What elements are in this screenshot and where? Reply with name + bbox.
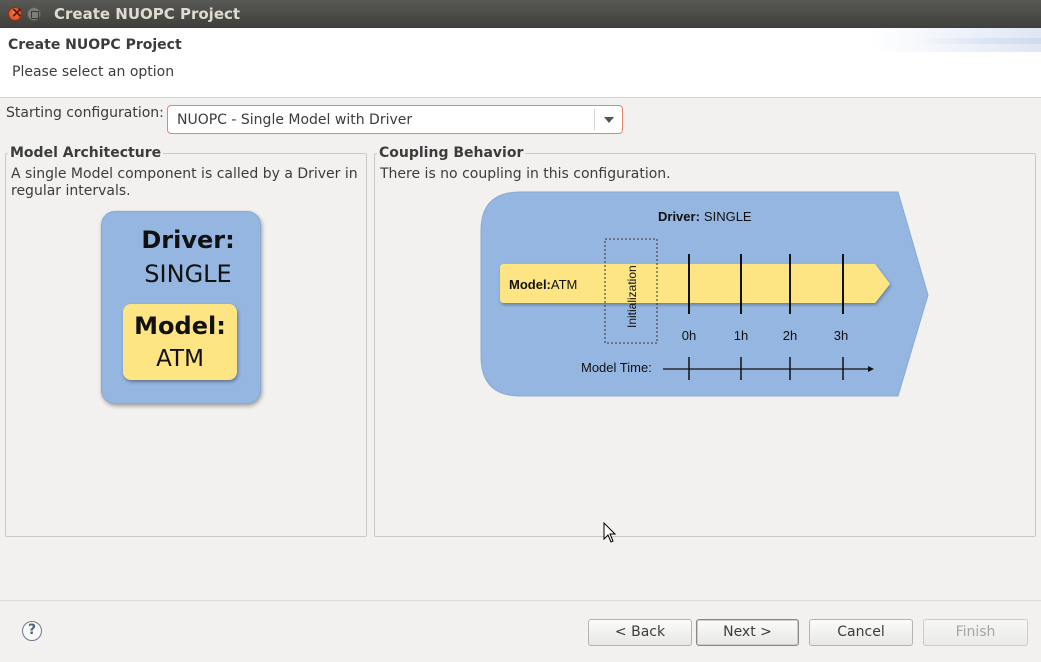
- tick-label-3h: 3h: [834, 328, 848, 343]
- svg-text:Driver:SINGLE: Driver: SINGLE: [658, 209, 752, 224]
- tick-label-0h: 0h: [682, 328, 696, 343]
- coupling-diagram: Driver: SINGLE Model:ATM Initialization 0…: [480, 191, 929, 397]
- header-banner-graphic: [871, 28, 1041, 52]
- svg-text:Model:ATM: Model:ATM: [509, 277, 577, 292]
- finish-button[interactable]: Finish: [923, 619, 1028, 646]
- window-title: Create NUOPC Project: [54, 5, 241, 23]
- coupling-driver-label: Driver:: [658, 209, 700, 224]
- window-titlebar: Create NUOPC Project: [0, 0, 1041, 28]
- architecture-model-box: Model: ATM: [123, 304, 237, 380]
- close-window-icon[interactable]: [8, 5, 23, 21]
- page-title: Create NUOPC Project: [8, 37, 182, 53]
- coupling-model-label: Model:: [509, 277, 551, 292]
- model-architecture-description-line2: regular intervals.: [11, 183, 131, 199]
- initialization-label: Initialization: [625, 265, 639, 328]
- architecture-driver-value: SINGLE: [144, 260, 232, 288]
- architecture-diagram: Driver: SINGLE Model: ATM: [101, 211, 261, 404]
- next-button[interactable]: Next >: [696, 619, 799, 646]
- tick-label-2h: 2h: [783, 328, 797, 343]
- coupling-behavior-legend: Coupling Behavior: [377, 145, 526, 161]
- mouse-pointer-icon: [603, 522, 617, 543]
- architecture-model-value: ATM: [156, 346, 204, 372]
- coupling-behavior-description: There is no coupling in this configurati…: [380, 166, 671, 182]
- maximize-window-icon[interactable]: [27, 7, 41, 21]
- model-architecture-description: A single Model component is called by a …: [11, 166, 358, 200]
- cancel-button[interactable]: Cancel: [809, 619, 913, 646]
- starting-configuration-label: Starting configuration:: [6, 105, 164, 121]
- architecture-driver-label: Driver:: [141, 226, 235, 254]
- wizard-header: Create NUOPC Project Please select an op…: [0, 28, 1041, 98]
- starting-configuration-select[interactable]: NUOPC - Single Model with Driver: [167, 105, 623, 134]
- footer-separator: [0, 600, 1041, 601]
- model-architecture-description-line1: A single Model component is called by a …: [11, 166, 358, 182]
- coupling-driver-value: SINGLE: [704, 209, 752, 224]
- model-architecture-legend: Model Architecture: [8, 145, 164, 161]
- tick-label-1h: 1h: [734, 328, 748, 343]
- back-button[interactable]: < Back: [588, 619, 692, 646]
- help-icon[interactable]: ?: [22, 621, 42, 641]
- chevron-down-icon[interactable]: [594, 109, 622, 130]
- coupling-model-value: ATM: [551, 277, 577, 292]
- model-time-label: Model Time:: [581, 360, 652, 375]
- architecture-model-label: Model:: [134, 312, 226, 340]
- selected-configuration: NUOPC - Single Model with Driver: [177, 112, 413, 128]
- page-subtitle: Please select an option: [12, 64, 175, 80]
